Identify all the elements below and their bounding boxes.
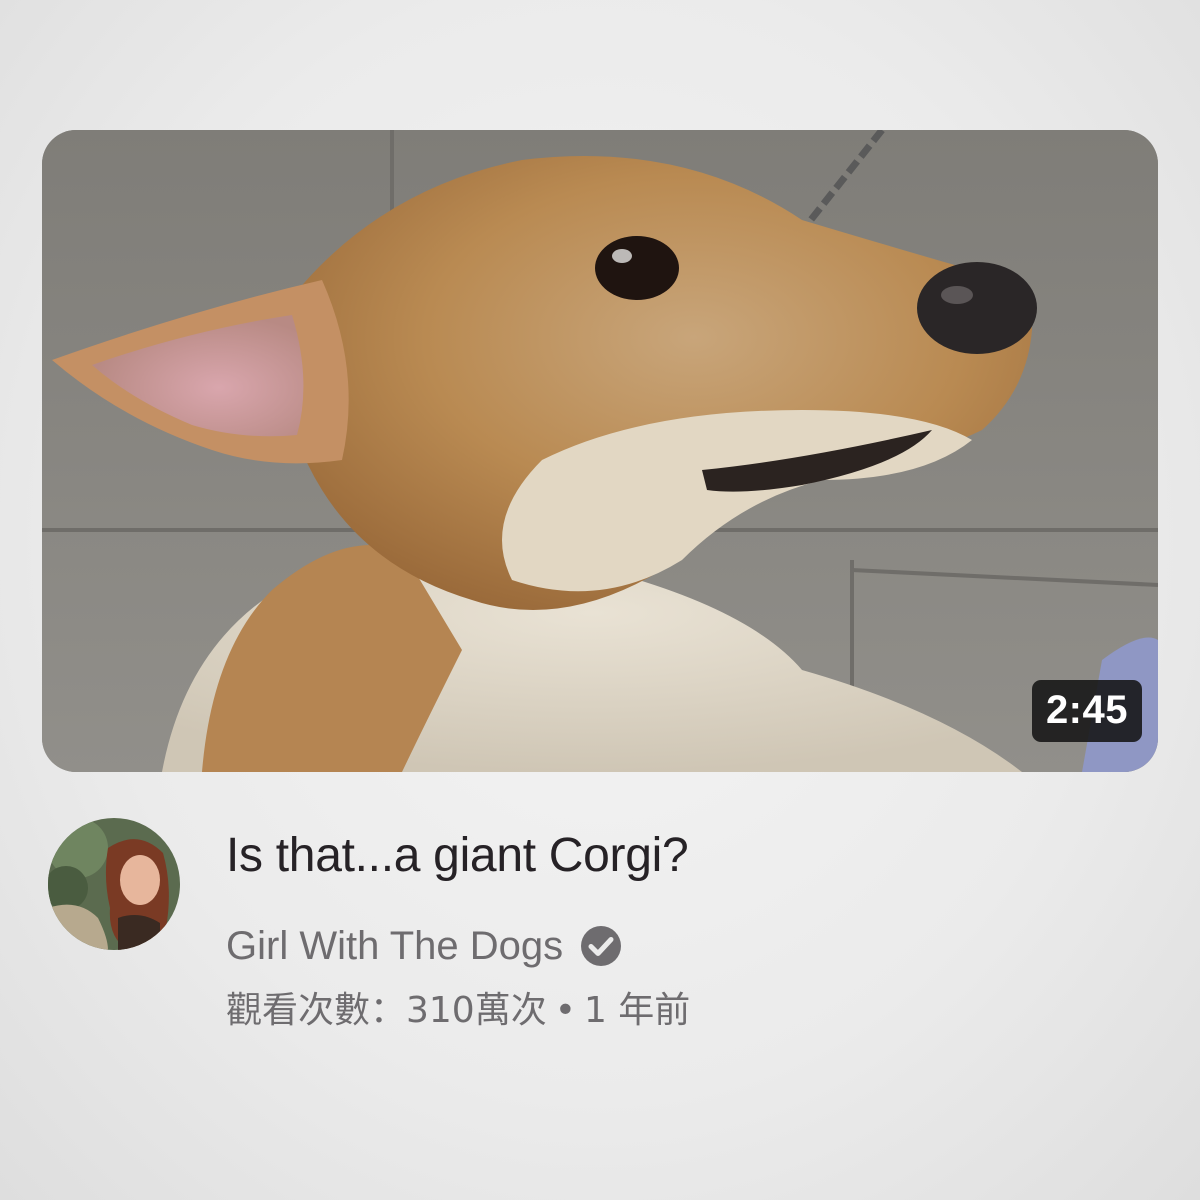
- channel-row: Girl With The Dogs: [226, 920, 1126, 972]
- channel-name[interactable]: Girl With The Dogs: [226, 920, 563, 972]
- verified-check-icon: [579, 924, 623, 968]
- stats-separator: •: [554, 990, 576, 1031]
- view-count: 觀看次數：310萬次: [226, 990, 547, 1031]
- corgi-thumbnail-image: [42, 130, 1158, 772]
- channel-avatar-image: [48, 818, 180, 950]
- video-stats: 觀看次數：310萬次 • 1 年前: [226, 984, 1126, 1038]
- duration-badge: 2:45: [1031, 680, 1142, 742]
- video-meta: Is that...a giant Corgi? Girl With The D…: [226, 826, 1126, 1038]
- video-card[interactable]: 2:45 Is that...a giant Corgi? Girl With …: [0, 0, 1200, 1200]
- video-thumbnail[interactable]: 2:45: [42, 130, 1158, 772]
- video-title[interactable]: Is that...a giant Corgi?: [226, 826, 1126, 886]
- channel-avatar[interactable]: [48, 818, 180, 950]
- published-time: 1 年前: [583, 990, 691, 1031]
